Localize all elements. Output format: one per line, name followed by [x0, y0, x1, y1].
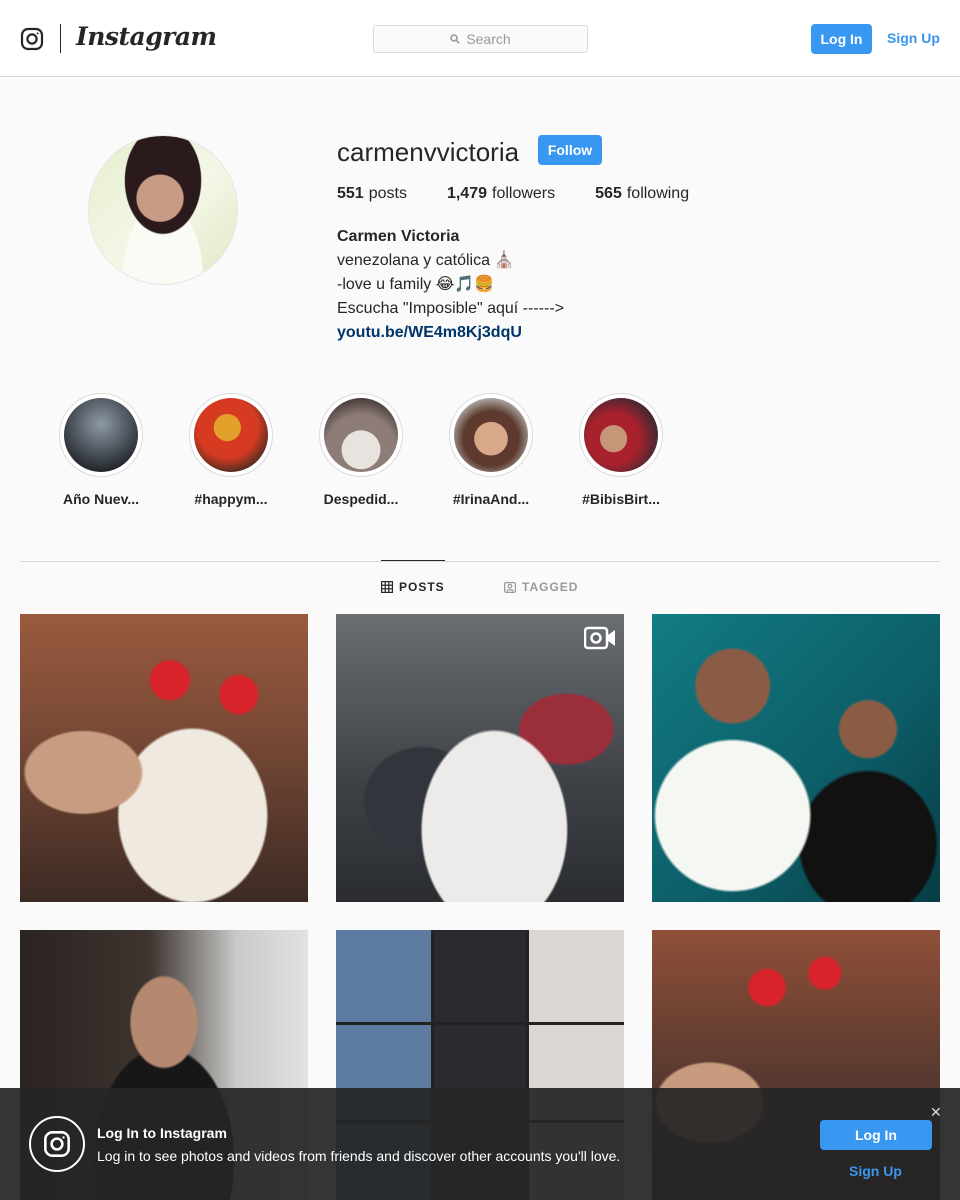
following-label: following: [626, 185, 690, 202]
search-placeholder: Search: [466, 31, 511, 47]
highlight-cover: [584, 398, 658, 472]
post-thumbnail[interactable]: [336, 614, 624, 902]
highlight-item[interactable]: #happym...: [171, 393, 291, 507]
stat-posts: 551 posts: [337, 185, 407, 203]
highlight-label: Despedid...: [323, 491, 399, 507]
instagram-wordmark[interactable]: Instagram: [76, 22, 217, 51]
banner-login-button[interactable]: Log In: [820, 1120, 932, 1150]
active-tab-indicator: [381, 560, 445, 561]
highlight-item[interactable]: Despedid...: [301, 393, 421, 507]
bio-full-name: Carmen Victoria: [337, 228, 460, 245]
grid-icon: [381, 581, 393, 593]
bio-line: venezolana y católica ⛪: [337, 252, 515, 269]
posts-label: posts: [368, 185, 407, 202]
following-count: 565: [595, 185, 622, 202]
bio-line: -love u family 😂🎵🍔: [337, 276, 495, 293]
top-navbar: Instagram Search Log In Sign Up: [0, 0, 960, 77]
tab-posts-label: POSTS: [399, 580, 445, 594]
highlight-cover: [194, 398, 268, 472]
highlight-item[interactable]: #BibisBirt...: [561, 393, 681, 507]
tabs-divider: [20, 561, 940, 562]
login-prompt-banner: Log In to Instagram Log in to see photos…: [0, 1088, 960, 1200]
posts-count: 551: [337, 185, 364, 202]
banner-logo: [29, 1116, 85, 1172]
tab-tagged[interactable]: TAGGED: [504, 580, 578, 594]
banner-signup-link[interactable]: Sign Up: [849, 1163, 902, 1179]
profile-avatar: [88, 135, 238, 285]
highlight-cover: [454, 398, 528, 472]
profile-stats: 551 posts 1,479 followers 565 following: [337, 185, 729, 203]
highlight-ring: [189, 393, 273, 477]
highlight-label: #IrinaAnd...: [452, 491, 530, 507]
highlight-label: #happym...: [194, 491, 268, 507]
highlight-item[interactable]: Año Nuev...: [41, 393, 161, 507]
stat-followers[interactable]: 1,479 followers: [447, 185, 555, 203]
followers-label: followers: [492, 185, 556, 202]
highlight-item[interactable]: #IrinaAnd...: [431, 393, 551, 507]
signup-link[interactable]: Sign Up: [887, 30, 940, 46]
tab-tagged-label: TAGGED: [522, 580, 579, 594]
search-input[interactable]: Search: [373, 25, 588, 53]
highlight-cover: [64, 398, 138, 472]
highlight-label: Año Nuev...: [63, 491, 139, 507]
tab-posts[interactable]: POSTS: [381, 580, 445, 594]
profile-username: carmenvvictoria: [337, 137, 520, 167]
bio-external-link[interactable]: youtu.be/WE4m8Kj3dqU: [337, 321, 564, 345]
highlight-label: #BibisBirt...: [582, 491, 660, 507]
login-button[interactable]: Log In: [811, 24, 872, 54]
story-highlights: Año Nuev... #happym... Despedid... #Irin…: [41, 393, 691, 507]
tagged-person-icon: [504, 582, 516, 593]
close-icon[interactable]: ✕: [930, 1104, 942, 1121]
post-thumbnail[interactable]: [20, 614, 308, 902]
banner-text: Log in to see photos and videos from fri…: [97, 1148, 621, 1164]
search-icon: [450, 34, 461, 44]
profile-bio: Carmen Victoria venezolana y católica ⛪ …: [337, 225, 564, 345]
highlight-cover: [324, 398, 398, 472]
followers-count: 1,479: [446, 185, 487, 202]
stat-following[interactable]: 565 following: [595, 185, 689, 203]
follow-button[interactable]: Follow: [538, 135, 602, 165]
highlight-ring: [319, 393, 403, 477]
highlight-ring: [449, 393, 533, 477]
logo-divider: [60, 24, 61, 53]
video-icon: [584, 626, 615, 650]
highlight-ring: [59, 393, 143, 477]
banner-title: Log In to Instagram: [97, 1125, 227, 1141]
instagram-camera-icon: [44, 1131, 70, 1157]
bio-line: Escucha "Imposible" aquí ------>: [337, 300, 564, 317]
highlight-ring: [579, 393, 663, 477]
post-thumbnail[interactable]: [652, 614, 940, 902]
instagram-camera-icon[interactable]: [20, 27, 44, 51]
